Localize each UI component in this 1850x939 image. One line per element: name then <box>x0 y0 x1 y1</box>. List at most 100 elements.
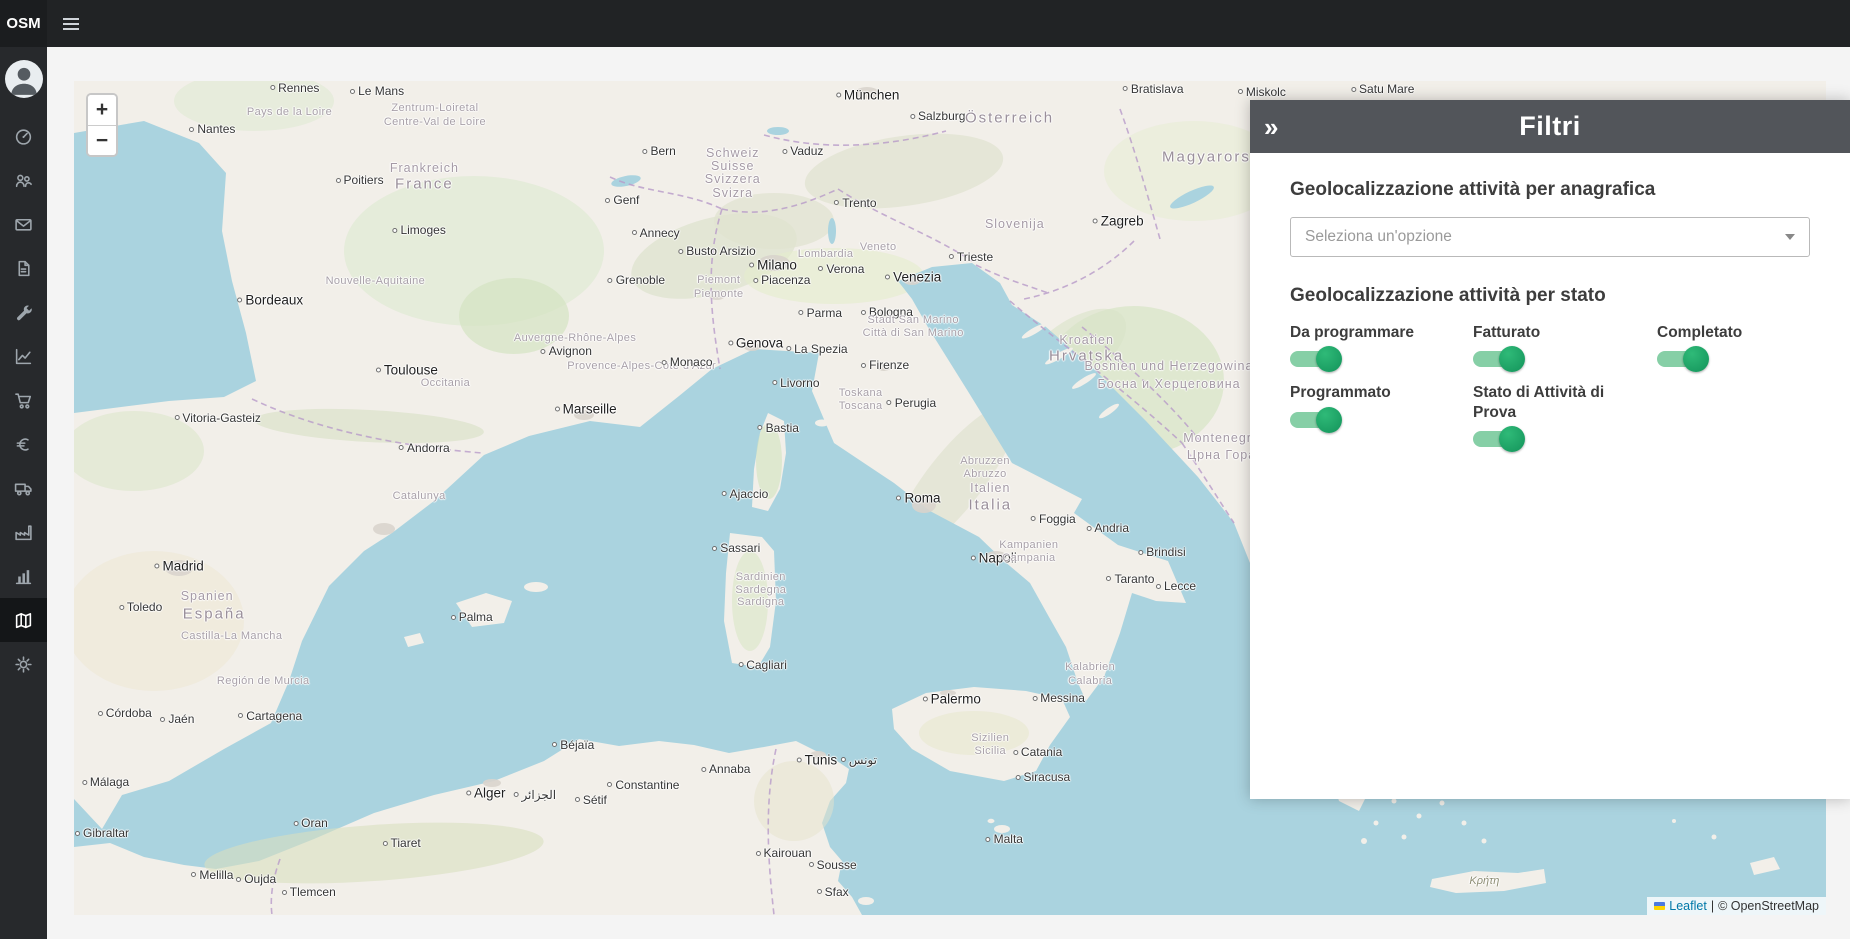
collapse-panel-button[interactable]: » <box>1264 114 1278 140</box>
map-label: الجزائر <box>513 788 556 802</box>
truck-icon <box>14 479 33 498</box>
app-logo[interactable]: OSM <box>0 0 47 47</box>
sidebar-item-production[interactable] <box>0 510 47 554</box>
city-dot-icon <box>986 837 991 842</box>
sidebar-item-customers[interactable] <box>0 158 47 202</box>
sidebar-item-map[interactable] <box>0 598 47 642</box>
zoom-in-button[interactable]: + <box>88 95 116 125</box>
filters-panel: » Filtri Geolocalizzazione attività per … <box>1250 100 1850 799</box>
city-dot-icon <box>119 605 124 610</box>
sidebar-item-settings[interactable] <box>0 642 47 686</box>
map-label: Ajaccio <box>722 487 769 501</box>
city-dot-icon <box>887 400 892 405</box>
city-dot-icon <box>834 200 839 205</box>
city-dot-icon <box>270 85 275 90</box>
city-dot-icon <box>608 278 613 283</box>
city-dot-icon <box>336 178 341 183</box>
sidebar-item-maintenance[interactable] <box>0 290 47 334</box>
map-label: Milano <box>749 258 797 273</box>
city-dot-icon <box>238 713 243 718</box>
map-label: Italien <box>970 481 1010 495</box>
map-label: Kairouan <box>756 846 812 860</box>
map-label: Abruzzen <box>960 455 1010 467</box>
city-dot-icon <box>552 742 557 747</box>
map-icon <box>14 611 33 630</box>
city-dot-icon <box>632 230 637 235</box>
user-avatar[interactable] <box>5 60 43 98</box>
anagrafica-select[interactable]: Seleziona un'opzione <box>1290 217 1810 257</box>
sidebar-item-documents[interactable] <box>0 246 47 290</box>
sidebar-item-messages[interactable] <box>0 202 47 246</box>
toggle-completato[interactable] <box>1657 351 1707 367</box>
toggle-fatturato[interactable] <box>1473 351 1523 367</box>
map-label: Sardinien <box>736 571 786 583</box>
sidebar-item-billing[interactable] <box>0 422 47 466</box>
map-label: Sousse <box>809 858 857 872</box>
map-label: Alger <box>466 786 506 801</box>
map-label: Marseille <box>555 401 617 416</box>
sidebar-item-statistics[interactable] <box>0 334 47 378</box>
map-label: France <box>395 176 454 193</box>
city-dot-icon <box>82 780 87 785</box>
toggle-label: Completato <box>1657 323 1807 342</box>
leaflet-link[interactable]: Leaflet <box>1669 899 1707 913</box>
city-dot-icon <box>350 89 355 94</box>
toggle-da-programmare[interactable] <box>1290 351 1340 367</box>
toggle-group-stato-attivita-prova: Stato di Attività di Prova <box>1473 383 1657 447</box>
toggle-group-programmato: Programmato <box>1290 383 1473 447</box>
city-dot-icon <box>782 149 787 154</box>
map-label: Satu Mare <box>1351 82 1414 96</box>
map-label: Bordeaux <box>237 293 303 308</box>
map-label: Cartagena <box>238 709 302 723</box>
map-label: Gibraltar <box>75 826 129 840</box>
city-dot-icon <box>728 340 733 345</box>
map-label: Bratislava <box>1123 82 1184 96</box>
sidebar-item-reports[interactable] <box>0 554 47 598</box>
filters-panel-body: Geolocalizzazione attività per anagrafic… <box>1250 153 1850 473</box>
file-icon <box>14 259 33 278</box>
toggle-label: Stato di Attività di Prova <box>1473 383 1623 422</box>
sidebar-toggle-button[interactable] <box>47 0 95 47</box>
toggle-stato-attivita-prova[interactable] <box>1473 431 1523 447</box>
zoom-out-button[interactable]: − <box>88 125 116 155</box>
city-dot-icon <box>1106 576 1111 581</box>
city-dot-icon <box>237 298 242 303</box>
map-label: Busto Arsizio <box>678 244 755 258</box>
attribution-separator: | <box>1711 899 1714 913</box>
map-label: Piemont <box>697 274 740 286</box>
map-label: Monaco <box>662 355 713 369</box>
map-label: Poitiers <box>336 173 384 187</box>
city-dot-icon <box>154 564 159 569</box>
toggle-group-completato: Completato <box>1657 323 1810 367</box>
map-label: Limoges <box>392 223 445 237</box>
toggle-label: Fatturato <box>1473 323 1623 342</box>
map-label: Catalunya <box>393 490 446 502</box>
city-dot-icon <box>756 851 761 856</box>
map-label: Messina <box>1032 691 1085 705</box>
city-dot-icon <box>749 263 754 268</box>
sidebar-item-orders[interactable] <box>0 378 47 422</box>
city-dot-icon <box>98 711 103 716</box>
city-dot-icon <box>1013 750 1018 755</box>
map-label: Tunis <box>797 752 838 767</box>
city-dot-icon <box>575 797 580 802</box>
map-label: تونس <box>841 753 877 767</box>
sidebar-item-transport[interactable] <box>0 466 47 510</box>
map-label: Palma <box>451 610 493 624</box>
map-label: Oujda <box>236 872 276 886</box>
city-dot-icon <box>236 877 241 882</box>
city-dot-icon <box>662 360 667 365</box>
city-dot-icon <box>282 890 287 895</box>
map-label: Tiaret <box>382 836 420 850</box>
gauge-icon <box>14 127 33 146</box>
map-zoom-control: + − <box>86 93 118 157</box>
toggle-programmato[interactable] <box>1290 412 1340 428</box>
city-dot-icon <box>605 198 610 203</box>
sidebar-item-dashboard[interactable] <box>0 114 47 158</box>
map-label: Città di San Marino <box>863 327 964 339</box>
map-label: Andorra <box>399 441 450 455</box>
map-label: Schweiz <box>706 146 760 160</box>
status-toggles-grid: Da programmare Fatturato Completato Prog… <box>1290 323 1810 447</box>
sidebar-nav <box>0 114 47 686</box>
map-label: Centre-Val de Loire <box>384 116 486 128</box>
